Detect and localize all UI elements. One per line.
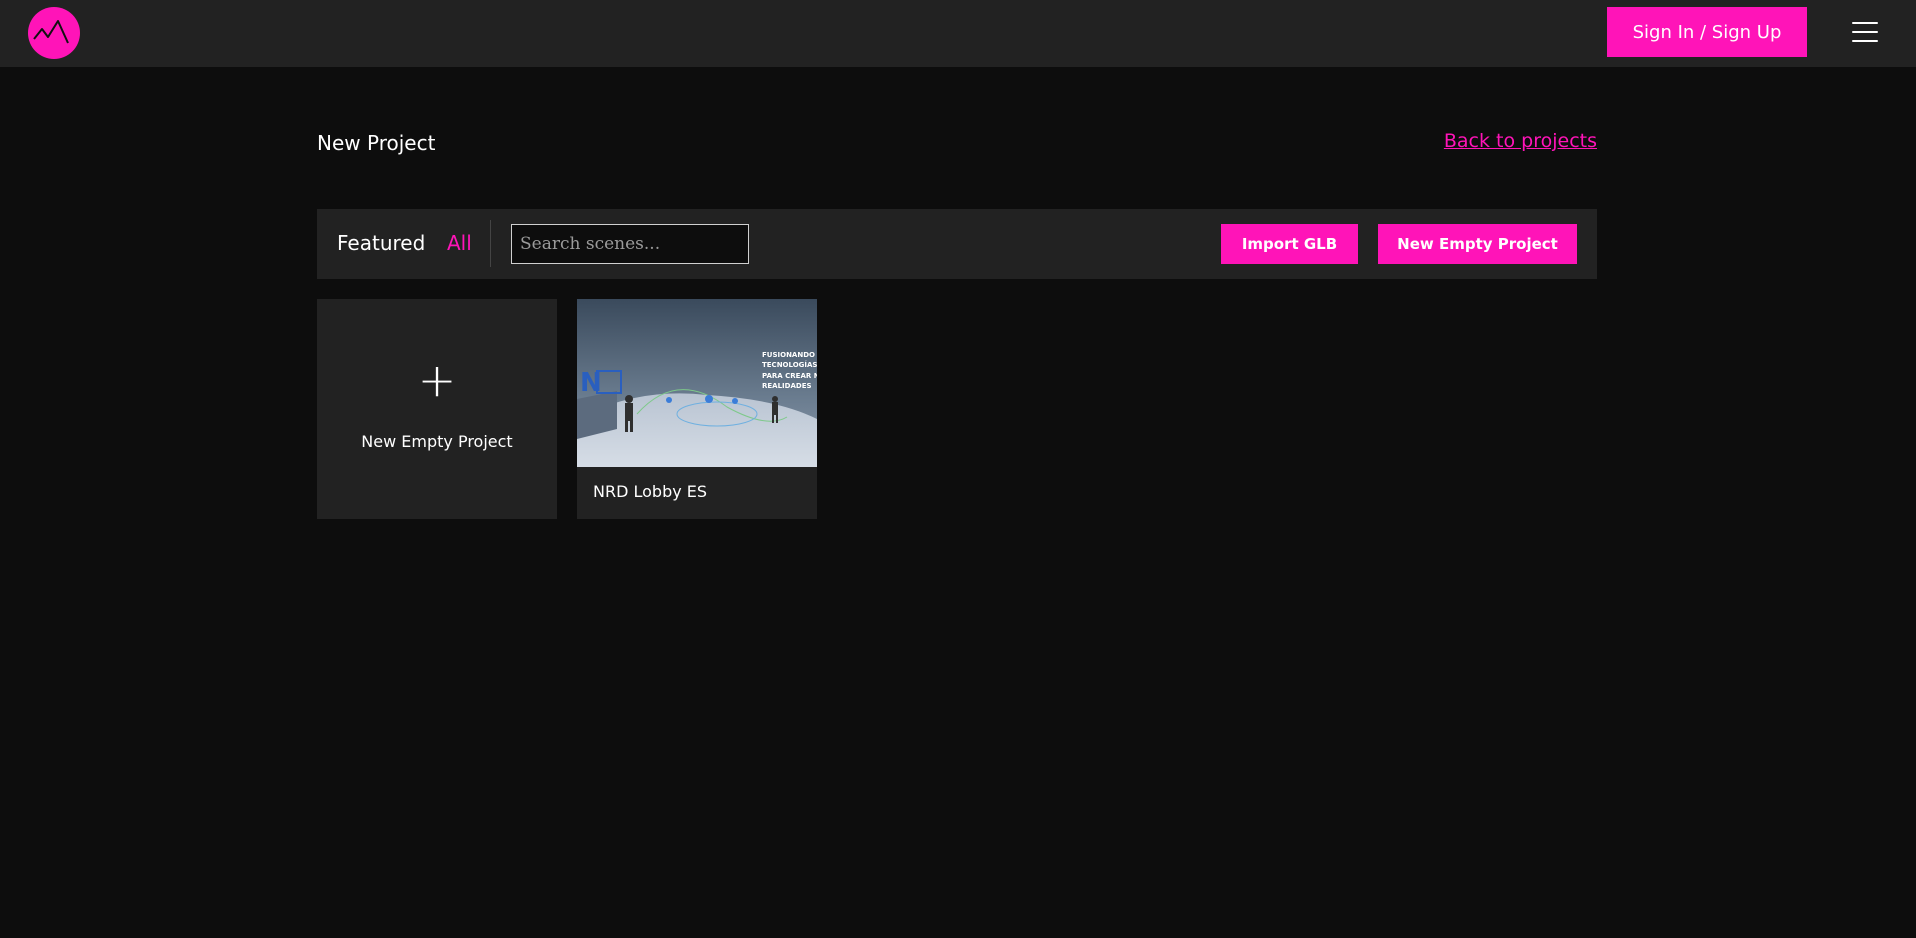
import-glb-button[interactable]: Import GLB <box>1221 224 1358 264</box>
thumb-text-line: TECNOLOGÍAS <box>762 360 817 369</box>
card-label: NRD Lobby ES <box>593 482 708 501</box>
tab-featured[interactable]: Featured <box>337 231 425 255</box>
scene-card[interactable]: N FUSIONANDO TECNOLOGÍAS PARA CREAR N RE… <box>577 299 817 519</box>
sign-in-button[interactable]: Sign In / Sign Up <box>1607 7 1807 57</box>
hamburger-menu-icon[interactable] <box>1852 20 1878 44</box>
toolbar-divider <box>490 220 491 267</box>
logo-icon[interactable] <box>28 7 80 59</box>
back-to-projects-link[interactable]: Back to projects <box>1444 130 1597 152</box>
thumb-text-line: PARA CREAR N <box>762 372 817 380</box>
plus-icon: + <box>417 353 457 407</box>
page-title: New Project <box>317 131 436 155</box>
search-input[interactable] <box>511 224 749 264</box>
thumb-text-line: REALIDADES <box>762 382 812 390</box>
top-navbar: Sign In / Sign Up <box>0 0 1916 67</box>
new-empty-project-card[interactable]: + New Empty Project <box>317 299 557 519</box>
thumb-text-line: FUSIONANDO <box>762 351 815 359</box>
tab-all[interactable]: All <box>447 231 472 255</box>
scene-toolbar: Featured All Import GLB New Empty Projec… <box>317 209 1597 279</box>
new-empty-project-button[interactable]: New Empty Project <box>1378 224 1577 264</box>
scene-thumbnail: N FUSIONANDO TECNOLOGÍAS PARA CREAR N RE… <box>577 299 817 467</box>
card-label: New Empty Project <box>361 432 513 451</box>
